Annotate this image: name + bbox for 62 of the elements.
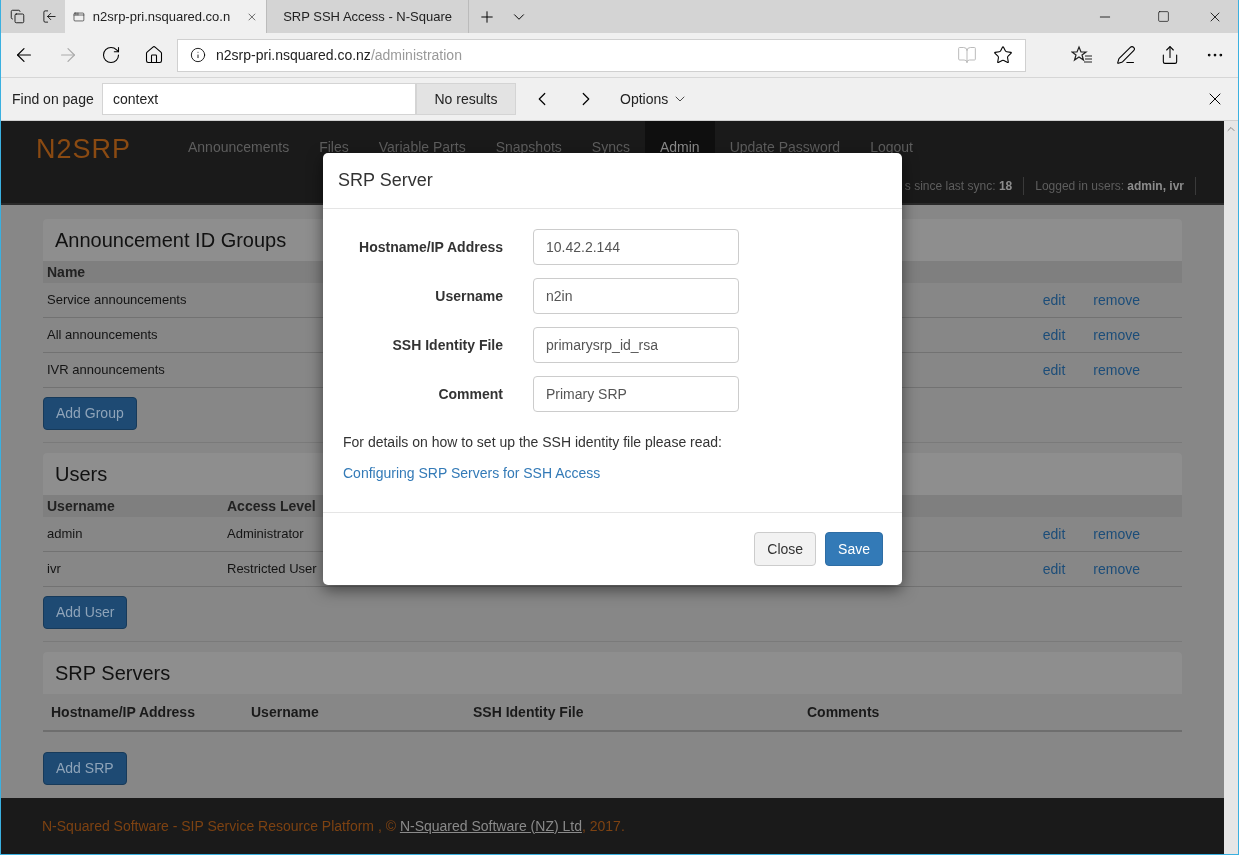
nav-link[interactable]: Announcements (173, 121, 305, 169)
tab-title: SRP SSH Access - N-Square (283, 7, 452, 26)
options-button[interactable]: Options (620, 88, 689, 110)
tab-title: n2srp-pri.nsquared.co.n (92, 7, 231, 26)
column-header: SSH Identity File (473, 702, 585, 722)
field-label: Username (434, 286, 503, 306)
panel-title: Announcement ID Groups (55, 228, 287, 253)
field-label: SSH Identity File (391, 335, 503, 355)
info-icon[interactable] (190, 47, 206, 63)
add-button[interactable]: Add SRP (43, 752, 127, 785)
column-header: Name (47, 262, 86, 282)
field-label: Hostname/IP Address (358, 237, 503, 257)
column-header: Comments (807, 702, 880, 722)
status-text: Logged in users: admin, ivr (1024, 177, 1196, 195)
help-text: For details on how to set up the SSH identity file please read: (343, 433, 723, 452)
input-field[interactable]: Primary SRP (533, 376, 739, 412)
action-link[interactable]: edit (1042, 289, 1066, 311)
action-link[interactable]: remove (1093, 523, 1140, 545)
table-cell-text: Administrator (227, 525, 304, 544)
column-header: Username (47, 496, 116, 516)
scrollbar[interactable] (1224, 121, 1238, 854)
action-link[interactable]: remove (1093, 558, 1140, 580)
input-field[interactable]: 10.42.2.144 (533, 229, 739, 265)
table-cell-text: Service announcements (47, 291, 187, 310)
action-link[interactable]: edit (1042, 324, 1066, 346)
add-button[interactable]: Add Group (43, 397, 137, 430)
table-cell-text: admin (47, 525, 84, 544)
footer-text: N-Squared Software - SIP Service Resource Platform , © (42, 816, 397, 836)
column-header: Access Level (227, 496, 316, 516)
find-label: Find on page (11, 89, 95, 109)
browser-tab[interactable]: n2srp-pri.nsquared.co.n (65, 0, 267, 33)
action-link[interactable]: remove (1093, 359, 1140, 381)
table-cell-text: Restricted User (227, 560, 317, 579)
footer-link[interactable]: N-Squared Software (NZ) Ltd (399, 815, 582, 837)
star-icon[interactable] (993, 45, 1013, 65)
dialog-title: SRP Server (338, 169, 433, 192)
find-result: No results (416, 83, 516, 115)
help-link[interactable]: Configuring SRP Servers for SSH Access (343, 463, 601, 484)
action-link[interactable]: edit (1042, 523, 1066, 545)
dialog-button[interactable]: Close (754, 532, 817, 566)
logo: N2SRP (35, 133, 133, 166)
action-link[interactable]: edit (1042, 359, 1066, 381)
input-field[interactable]: n2in (533, 278, 739, 314)
address-field[interactable]: n2srp-pri.nsquared.co.nz/administration (177, 38, 1026, 72)
input-field[interactable]: primarysrp_id_rsa (533, 327, 739, 363)
field-label: Comment (437, 384, 503, 404)
action-link[interactable]: remove (1093, 324, 1140, 346)
dialog-button[interactable]: Save (825, 532, 883, 566)
panel-title: SRP Servers (55, 661, 171, 686)
column-header: Hostname/IP Address (51, 702, 196, 722)
column-header: Username (251, 702, 320, 722)
panel-title: Users (55, 462, 108, 487)
add-button[interactable]: Add User (43, 596, 128, 629)
url-path: /administration (370, 46, 462, 63)
url-host: n2srp-pri.nsquared.co.nz (216, 46, 371, 63)
action-link[interactable]: edit (1042, 558, 1066, 580)
action-link[interactable]: remove (1093, 289, 1140, 311)
table-cell-text: IVR announcements (47, 361, 165, 380)
find-field[interactable]: context (102, 83, 416, 115)
table-cell-text: All announcements (47, 326, 158, 345)
footer-text: , 2017. (581, 816, 625, 836)
table-cell-text: ivr (47, 560, 62, 579)
